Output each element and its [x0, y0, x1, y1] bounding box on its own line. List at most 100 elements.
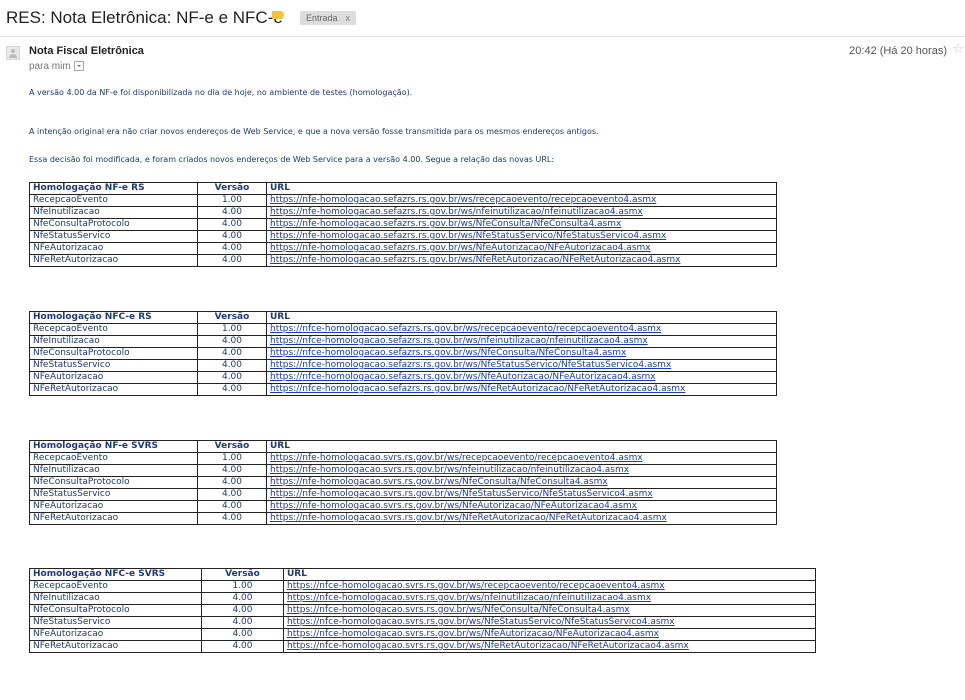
url-column-header: URL: [266, 440, 777, 453]
url-link[interactable]: https://nfe-homologacao.svrs.rs.gov.br/w…: [270, 454, 643, 464]
show-details-chevron-icon[interactable]: [73, 61, 84, 72]
url-link[interactable]: https://nfce-homologacao.sefazrs.rs.gov.…: [270, 373, 656, 383]
version-cell: 1.00: [197, 452, 267, 465]
url-cell: https://nfce-homologacao.sefazrs.rs.gov.…: [266, 371, 777, 384]
url-cell: https://nfe-homologacao.svrs.rs.gov.br/w…: [266, 476, 777, 489]
table-row: RecepcaoEvento 1.00 https://nfce-homologac…: [29, 323, 777, 336]
table-row: NfeStatusServico 4.00 https://nfce-homolog…: [29, 359, 777, 372]
table-header-row: Homologação NFC-e RS Versão URL: [29, 311, 777, 324]
url-link[interactable]: https://nfce-homologacao.sefazrs.rs.gov.…: [270, 361, 671, 371]
url-cell: https://nfe-homologacao.svrs.rs.gov.br/w…: [266, 488, 777, 501]
version-cell: 4.00: [201, 604, 284, 617]
url-link[interactable]: https://nfe-homologacao.svrs.rs.gov.br/w…: [270, 466, 629, 476]
table-row: NfeInutilizacao 4.00 https://nfe-homologac…: [29, 464, 777, 477]
star-icon[interactable]: ☆: [952, 42, 964, 57]
url-link[interactable]: https://nfe-homologacao.sefazrs.rs.gov.b…: [270, 256, 680, 266]
version-cell: 4.00: [201, 640, 284, 653]
nfce-svrs-table: Homologação NFC-e SVRS Versão URL RecepcaoE…: [29, 568, 816, 653]
url-link[interactable]: https://nfe-homologacao.sefazrs.rs.gov.b…: [270, 220, 621, 230]
remove-label-button[interactable]: x: [346, 13, 351, 23]
service-name-cell: NfeStatusServico: [29, 488, 198, 501]
url-cell: https://nfce-homologacao.sefazrs.rs.gov.…: [266, 359, 777, 372]
service-column-header: Homologação NF-e SVRS: [29, 440, 198, 453]
service-column-header: Homologação NFC-e SVRS: [29, 568, 202, 581]
url-link[interactable]: https://nfe-homologacao.sefazrs.rs.gov.b…: [270, 208, 643, 218]
version-cell: 4.00: [197, 488, 267, 501]
table-row: NfeInutilizacao 4.00 https://nfe-homologac…: [29, 206, 777, 219]
url-link[interactable]: https://nfe-homologacao.sefazrs.rs.gov.b…: [270, 232, 666, 242]
url-link[interactable]: https://nfce-homologacao.svrs.rs.gov.br/…: [287, 630, 659, 640]
url-cell: https://nfe-homologacao.svrs.rs.gov.br/w…: [266, 452, 777, 465]
url-cell: https://nfce-homologacao.svrs.rs.gov.br/…: [283, 616, 816, 629]
body-paragraph: A intenção original era não criar novos …: [29, 127, 599, 136]
table-header-row: Homologação NF-e RS Versão URL: [29, 182, 777, 195]
version-cell: 4.00: [201, 592, 284, 605]
version-cell: 4.00: [197, 500, 267, 513]
url-cell: https://nfce-homologacao.svrs.rs.gov.br/…: [283, 640, 816, 653]
url-column-header: URL: [266, 311, 777, 324]
version-column-header: Versão: [197, 311, 267, 324]
table-row: NFeAutorizacao 4.00 https://nfe-homologaca…: [29, 242, 777, 255]
url-link[interactable]: https://nfce-homologacao.sefazrs.rs.gov.…: [270, 385, 685, 395]
version-cell: 4.00: [197, 206, 267, 219]
service-name-cell: NFeRetAutorizacao: [29, 254, 198, 267]
table-row: NfeConsultaProtocolo 4.00 https://nfe-homo…: [29, 476, 777, 489]
version-cell: 4.00: [197, 242, 267, 255]
service-name-cell: NFeAutorizacao: [29, 242, 198, 255]
email-subject: RES: Nota Eletrônica: NF-e e NFC-e: [6, 8, 283, 27]
url-link[interactable]: https://nfce-homologacao.sefazrs.rs.gov.…: [270, 337, 648, 347]
version-cell: 4.00: [197, 476, 267, 489]
service-name-cell: NFeAutorizacao: [29, 371, 198, 384]
url-link[interactable]: https://nfe-homologacao.sefazrs.rs.gov.b…: [270, 244, 651, 254]
url-link[interactable]: https://nfe-homologacao.svrs.rs.gov.br/w…: [270, 502, 637, 512]
service-name-cell: RecepcaoEvento: [29, 194, 198, 207]
url-cell: https://nfce-homologacao.svrs.rs.gov.br/…: [283, 592, 816, 605]
url-link[interactable]: https://nfe-homologacao.sefazrs.rs.gov.b…: [270, 196, 656, 206]
url-link[interactable]: https://nfce-homologacao.svrs.rs.gov.br/…: [287, 582, 665, 592]
table-row: NFeAutorizacao 4.00 https://nfce-homologac…: [29, 371, 777, 384]
service-name-cell: NFeRetAutorizacao: [29, 512, 198, 525]
version-column-header: Versão: [197, 182, 267, 195]
version-column-header: Versão: [197, 440, 267, 453]
url-link[interactable]: https://nfce-homologacao.svrs.rs.gov.br/…: [287, 642, 689, 652]
url-link[interactable]: https://nfe-homologacao.svrs.rs.gov.br/w…: [270, 478, 608, 488]
url-cell: https://nfe-homologacao.svrs.rs.gov.br/w…: [266, 500, 777, 513]
table-row: NFeAutorizacao 4.00 https://nfe-homologaca…: [29, 500, 777, 513]
service-name-cell: NfeConsultaProtocolo: [29, 604, 202, 617]
email-header: RES: Nota Eletrônica: NF-e e NFC-e Entra…: [0, 0, 965, 37]
service-name-cell: NfeInutilizacao: [29, 592, 202, 605]
nfe-svrs-table: Homologação NF-e SVRS Versão URL RecepcaoEv…: [29, 440, 777, 525]
version-cell: 4.00: [197, 359, 267, 372]
url-link[interactable]: https://nfce-homologacao.svrs.rs.gov.br/…: [287, 618, 675, 628]
url-link[interactable]: https://nfce-homologacao.sefazrs.rs.gov.…: [270, 349, 626, 359]
version-cell: 4.00: [197, 371, 267, 384]
table-row: NfeStatusServico 4.00 https://nfe-homologa…: [29, 230, 777, 243]
url-link[interactable]: https://nfe-homologacao.svrs.rs.gov.br/w…: [270, 514, 667, 524]
sender-name[interactable]: Nota Fiscal Eletrônica: [29, 45, 144, 57]
url-link[interactable]: https://nfe-homologacao.svrs.rs.gov.br/w…: [270, 490, 653, 500]
service-name-cell: NfeInutilizacao: [29, 206, 198, 219]
important-marker-icon[interactable]: [272, 11, 284, 19]
url-link[interactable]: https://nfce-homologacao.svrs.rs.gov.br/…: [287, 594, 651, 604]
body-paragraph: A versão 4.00 da NF-e foi disponibilizad…: [29, 88, 413, 97]
inbox-label-text: Entrada: [306, 13, 338, 23]
table-row: NfeStatusServico 4.00 https://nfce-homolog…: [29, 616, 816, 629]
inbox-label-chip[interactable]: Entrada x: [300, 11, 357, 25]
table-header-row: Homologação NFC-e SVRS Versão URL: [29, 568, 816, 581]
sender-avatar: [6, 46, 20, 60]
recipient-text: para mim: [29, 61, 71, 72]
table-row: NfeConsultaProtocolo 4.00 https://nfce-hom…: [29, 347, 777, 360]
table-row: NFeRetAutorizacao 4.00 https://nfce-homolo…: [29, 640, 816, 653]
url-link[interactable]: https://nfce-homologacao.svrs.rs.gov.br/…: [287, 606, 630, 616]
table-row: RecepcaoEvento 1.00 https://nfce-homologac…: [29, 580, 816, 593]
service-column-header: Homologação NF-e RS: [29, 182, 198, 195]
url-cell: https://nfe-homologacao.sefazrs.rs.gov.b…: [266, 254, 777, 267]
url-cell: https://nfce-homologacao.sefazrs.rs.gov.…: [266, 383, 777, 396]
nfce-rs-table: Homologação NFC-e RS Versão URL RecepcaoEve…: [29, 311, 777, 396]
url-column-header: URL: [283, 568, 816, 581]
url-cell: https://nfe-homologacao.sefazrs.rs.gov.b…: [266, 218, 777, 231]
url-link[interactable]: https://nfce-homologacao.sefazrs.rs.gov.…: [270, 325, 661, 335]
table-row: NfeInutilizacao 4.00 https://nfce-homologa…: [29, 592, 816, 605]
service-column-header: Homologação NFC-e RS: [29, 311, 198, 324]
version-cell: 4.00: [197, 218, 267, 231]
